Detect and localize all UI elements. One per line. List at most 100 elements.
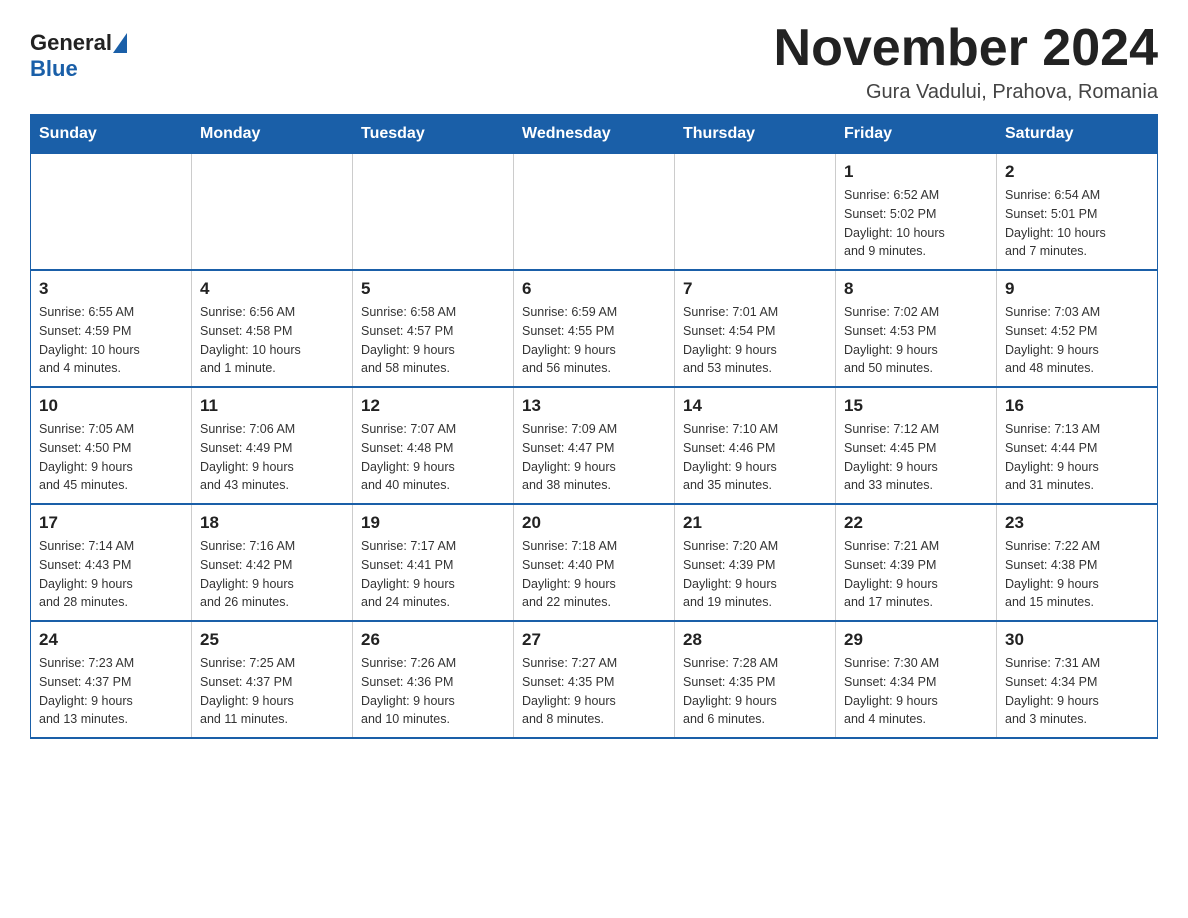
logo-blue-text: Blue xyxy=(30,56,78,82)
calendar-cell: 2Sunrise: 6:54 AM Sunset: 5:01 PM Daylig… xyxy=(997,154,1158,271)
day-info: Sunrise: 7:07 AM Sunset: 4:48 PM Dayligh… xyxy=(361,420,505,495)
calendar-cell: 22 Sunrise: 7:21 AM Sunset: 4:39 PM Dayli… xyxy=(836,504,997,621)
day-info: Sunrise: 7:10 AM Sunset: 4:46 PM Dayligh… xyxy=(683,420,827,495)
calendar-cell: 4 Sunrise: 6:56 AM Sunset: 4:58 PM Daylig… xyxy=(192,270,353,387)
header-day-tuesday: Tuesday xyxy=(353,115,514,154)
calendar-body: 1 Sunrise: 6:52 AM Sunset: 5:02 PM Daylig… xyxy=(31,154,1158,739)
calendar-cell: 29 Sunrise: 7:30 AM Sunset: 4:34 PM Dayli… xyxy=(836,621,997,738)
day-info: Sunrise: 7:23 AM Sunset: 4:37 PM Dayligh… xyxy=(39,654,183,729)
day-info: Sunrise: 6:52 AM Sunset: 5:02 PM Dayligh… xyxy=(844,186,988,261)
day-number: 30 xyxy=(1005,630,1149,650)
day-number: 20 xyxy=(522,513,666,533)
day-number: 18 xyxy=(200,513,344,533)
day-number: 27 xyxy=(522,630,666,650)
calendar-cell: 18 Sunrise: 7:16 AM Sunset: 4:42 PM Dayli… xyxy=(192,504,353,621)
calendar-cell xyxy=(353,154,514,271)
day-info: Sunrise: 7:31 AM Sunset: 4:34 PM Dayligh… xyxy=(1005,654,1149,729)
calendar-table: SundayMondayTuesdayWednesdayThursdayFrid… xyxy=(30,114,1158,739)
day-number: 3 xyxy=(39,279,183,299)
calendar-cell: 13 Sunrise: 7:09 AM Sunset: 4:47 PM Dayli… xyxy=(514,387,675,504)
logo-general: General xyxy=(30,30,112,56)
day-number: 19 xyxy=(361,513,505,533)
day-number: 9 xyxy=(1005,279,1149,299)
title-area: November 2024 Gura Vadului, Prahova, Rom… xyxy=(774,20,1158,104)
day-info: Sunrise: 7:30 AM Sunset: 4:34 PM Dayligh… xyxy=(844,654,988,729)
calendar-cell: 24 Sunrise: 7:23 AM Sunset: 4:37 PM Dayli… xyxy=(31,621,192,738)
calendar-cell: 26 Sunrise: 7:26 AM Sunset: 4:36 PM Dayli… xyxy=(353,621,514,738)
day-info: Sunrise: 7:03 AM Sunset: 4:52 PM Dayligh… xyxy=(1005,303,1149,378)
day-info: Sunrise: 7:16 AM Sunset: 4:42 PM Dayligh… xyxy=(200,537,344,612)
day-number: 14 xyxy=(683,396,827,416)
day-number: 26 xyxy=(361,630,505,650)
header-day-saturday: Saturday xyxy=(997,115,1158,154)
header-day-sunday: Sunday xyxy=(31,115,192,154)
logo-triangle-icon xyxy=(113,33,127,53)
day-info: Sunrise: 7:17 AM Sunset: 4:41 PM Dayligh… xyxy=(361,537,505,612)
calendar-cell: 1 Sunrise: 6:52 AM Sunset: 5:02 PM Daylig… xyxy=(836,154,997,271)
day-info: Sunrise: 7:14 AM Sunset: 4:43 PM Dayligh… xyxy=(39,537,183,612)
day-number: 6 xyxy=(522,279,666,299)
day-number: 28 xyxy=(683,630,827,650)
calendar-cell: 23 Sunrise: 7:22 AM Sunset: 4:38 PM Dayli… xyxy=(997,504,1158,621)
header-day-monday: Monday xyxy=(192,115,353,154)
calendar-cell xyxy=(514,154,675,271)
day-number: 11 xyxy=(200,396,344,416)
day-number: 24 xyxy=(39,630,183,650)
day-info: Sunrise: 7:12 AM Sunset: 4:45 PM Dayligh… xyxy=(844,420,988,495)
day-info: Sunrise: 7:28 AM Sunset: 4:35 PM Dayligh… xyxy=(683,654,827,729)
day-number: 17 xyxy=(39,513,183,533)
day-info: Sunrise: 6:59 AM Sunset: 4:55 PM Dayligh… xyxy=(522,303,666,378)
calendar-week-2: 3 Sunrise: 6:55 AM Sunset: 4:59 PM Daylig… xyxy=(31,270,1158,387)
calendar-week-3: 10Sunrise: 7:05 AM Sunset: 4:50 PM Dayli… xyxy=(31,387,1158,504)
calendar-cell: 12 Sunrise: 7:07 AM Sunset: 4:48 PM Dayli… xyxy=(353,387,514,504)
header-day-thursday: Thursday xyxy=(675,115,836,154)
day-info: Sunrise: 6:56 AM Sunset: 4:58 PM Dayligh… xyxy=(200,303,344,378)
day-number: 21 xyxy=(683,513,827,533)
calendar-cell: 6 Sunrise: 6:59 AM Sunset: 4:55 PM Daylig… xyxy=(514,270,675,387)
day-info: Sunrise: 7:26 AM Sunset: 4:36 PM Dayligh… xyxy=(361,654,505,729)
calendar-cell: 5Sunrise: 6:58 AM Sunset: 4:57 PM Daylig… xyxy=(353,270,514,387)
calendar-cell: 17 Sunrise: 7:14 AM Sunset: 4:43 PM Dayli… xyxy=(31,504,192,621)
logo-blue: Blue xyxy=(30,56,78,81)
day-info: Sunrise: 7:18 AM Sunset: 4:40 PM Dayligh… xyxy=(522,537,666,612)
day-number: 4 xyxy=(200,279,344,299)
calendar-cell: 16Sunrise: 7:13 AM Sunset: 4:44 PM Dayli… xyxy=(997,387,1158,504)
calendar-cell: 11 Sunrise: 7:06 AM Sunset: 4:49 PM Dayli… xyxy=(192,387,353,504)
day-number: 8 xyxy=(844,279,988,299)
logo-text: General xyxy=(30,30,128,56)
day-info: Sunrise: 7:09 AM Sunset: 4:47 PM Dayligh… xyxy=(522,420,666,495)
day-number: 29 xyxy=(844,630,988,650)
day-number: 1 xyxy=(844,162,988,182)
day-info: Sunrise: 7:05 AM Sunset: 4:50 PM Dayligh… xyxy=(39,420,183,495)
day-number: 22 xyxy=(844,513,988,533)
day-info: Sunrise: 7:06 AM Sunset: 4:49 PM Dayligh… xyxy=(200,420,344,495)
day-number: 15 xyxy=(844,396,988,416)
day-info: Sunrise: 7:22 AM Sunset: 4:38 PM Dayligh… xyxy=(1005,537,1149,612)
calendar-cell xyxy=(192,154,353,271)
calendar-cell: 21 Sunrise: 7:20 AM Sunset: 4:39 PM Dayli… xyxy=(675,504,836,621)
calendar-cell: 28 Sunrise: 7:28 AM Sunset: 4:35 PM Dayli… xyxy=(675,621,836,738)
calendar-cell: 15 Sunrise: 7:12 AM Sunset: 4:45 PM Dayli… xyxy=(836,387,997,504)
header-day-wednesday: Wednesday xyxy=(514,115,675,154)
day-info: Sunrise: 7:20 AM Sunset: 4:39 PM Dayligh… xyxy=(683,537,827,612)
day-info: Sunrise: 7:27 AM Sunset: 4:35 PM Dayligh… xyxy=(522,654,666,729)
calendar-cell: 25 Sunrise: 7:25 AM Sunset: 4:37 PM Dayli… xyxy=(192,621,353,738)
day-info: Sunrise: 6:55 AM Sunset: 4:59 PM Dayligh… xyxy=(39,303,183,378)
day-info: Sunrise: 7:25 AM Sunset: 4:37 PM Dayligh… xyxy=(200,654,344,729)
day-info: Sunrise: 7:02 AM Sunset: 4:53 PM Dayligh… xyxy=(844,303,988,378)
day-info: Sunrise: 7:13 AM Sunset: 4:44 PM Dayligh… xyxy=(1005,420,1149,495)
day-number: 23 xyxy=(1005,513,1149,533)
header-row: SundayMondayTuesdayWednesdayThursdayFrid… xyxy=(31,115,1158,154)
day-number: 13 xyxy=(522,396,666,416)
calendar-cell xyxy=(675,154,836,271)
header-day-friday: Friday xyxy=(836,115,997,154)
day-number: 25 xyxy=(200,630,344,650)
day-info: Sunrise: 7:21 AM Sunset: 4:39 PM Dayligh… xyxy=(844,537,988,612)
day-info: Sunrise: 6:58 AM Sunset: 4:57 PM Dayligh… xyxy=(361,303,505,378)
day-number: 12 xyxy=(361,396,505,416)
calendar-cell: 19 Sunrise: 7:17 AM Sunset: 4:41 PM Dayli… xyxy=(353,504,514,621)
calendar-cell xyxy=(31,154,192,271)
calendar-week-5: 24 Sunrise: 7:23 AM Sunset: 4:37 PM Dayli… xyxy=(31,621,1158,738)
day-number: 7 xyxy=(683,279,827,299)
calendar-cell: 8 Sunrise: 7:02 AM Sunset: 4:53 PM Daylig… xyxy=(836,270,997,387)
